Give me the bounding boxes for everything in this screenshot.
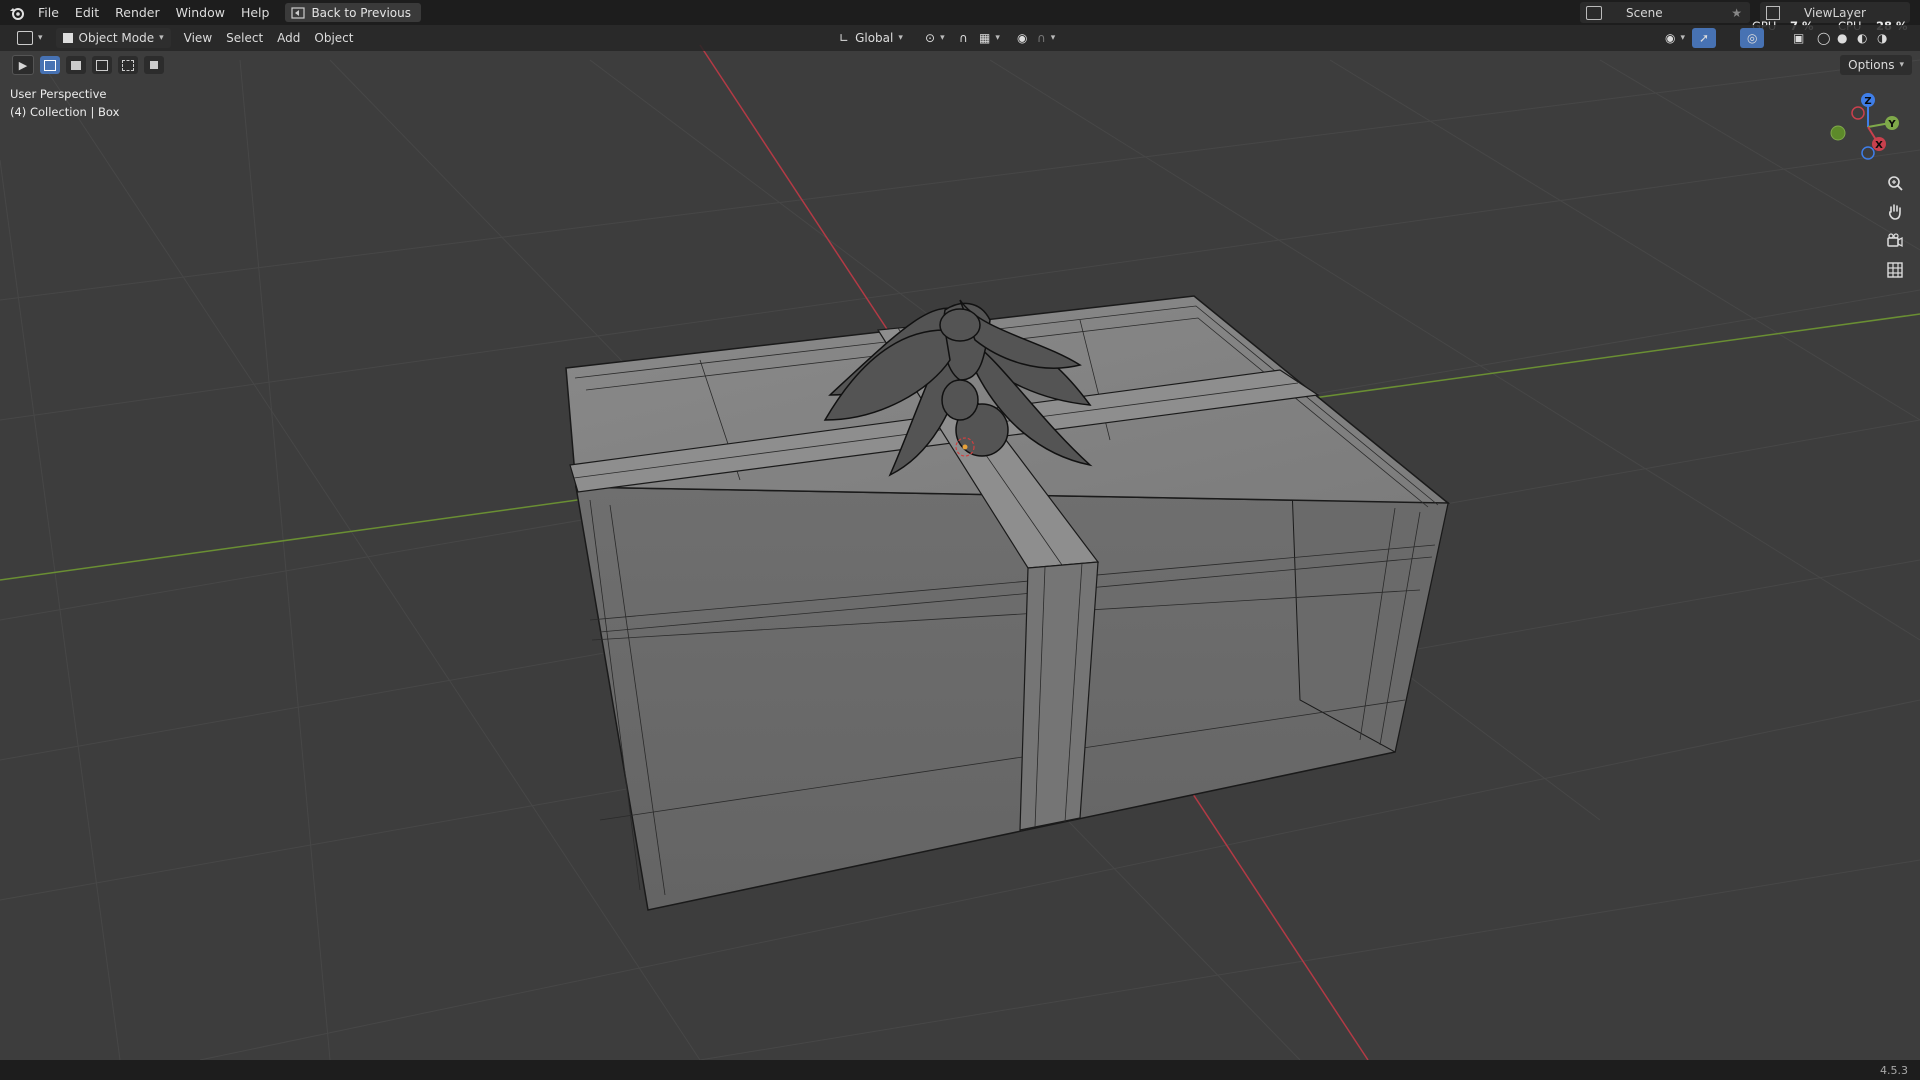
- visibility-dropdown[interactable]: ◉ ▾: [1658, 28, 1692, 48]
- perspective-toggle-button[interactable]: [1882, 257, 1908, 283]
- chevron-down-icon: ▾: [995, 33, 1000, 43]
- menu-help[interactable]: Help: [233, 0, 278, 25]
- pivot-icon: ⊙: [925, 31, 936, 45]
- options-button[interactable]: Options ▾: [1840, 55, 1912, 75]
- mode-extend-button[interactable]: [66, 56, 86, 74]
- header-menu-object[interactable]: Object: [307, 28, 360, 48]
- mode-set-icon: [44, 59, 56, 71]
- wireframe-sphere-icon: ◯: [1817, 31, 1831, 45]
- pivot-point-button[interactable]: ⊙ ▾: [918, 28, 952, 48]
- chevron-down-icon: ▾: [38, 33, 43, 43]
- snap-grid-icon: ▦: [979, 31, 991, 45]
- scene-selector[interactable]: Scene ★: [1580, 2, 1750, 23]
- gizmo-neg-x-handle[interactable]: [1851, 106, 1865, 120]
- camera-view-button[interactable]: [1882, 228, 1908, 254]
- mode-subtract-button[interactable]: [92, 56, 112, 74]
- chevron-down-icon: ▾: [159, 33, 164, 43]
- mode-subtract-icon: [96, 59, 108, 71]
- proportional-edit-icon: ◉: [1017, 31, 1028, 45]
- eye-icon: ◉: [1665, 31, 1676, 45]
- falloff-icon: ∩: [1037, 31, 1046, 45]
- zoom-button[interactable]: [1882, 170, 1908, 196]
- header-menu-add[interactable]: Add: [270, 28, 307, 48]
- shading-rendered-button[interactable]: ◑: [1870, 28, 1894, 48]
- gizmo-neg-y-handle[interactable]: [1830, 125, 1846, 141]
- xray-icon: ▣: [1793, 31, 1805, 45]
- gizmo-toggle[interactable]: ➚: [1692, 28, 1717, 48]
- gizmo-y-label: Y: [1887, 119, 1896, 130]
- orientation-label: Global: [855, 31, 894, 45]
- object-mode-icon: [62, 33, 73, 43]
- gizmo-x-label: X: [1875, 140, 1883, 151]
- object-mode-label: Object Mode: [78, 31, 155, 45]
- editor-type-button[interactable]: ▾: [10, 28, 50, 48]
- scene-icon: [1586, 5, 1602, 20]
- navigation-gizmo[interactable]: Z Y X: [1820, 85, 1910, 175]
- chevron-down-icon: ▾: [940, 33, 945, 43]
- overlay-toggle[interactable]: ◎: [1740, 28, 1765, 48]
- solid-sphere-icon: ●: [1837, 31, 1848, 45]
- mode-invert-icon: [122, 59, 134, 71]
- select-tool-button[interactable]: ▶: [12, 55, 34, 75]
- material-sphere-icon: ◐: [1857, 31, 1868, 45]
- mode-invert-button[interactable]: [118, 56, 138, 74]
- mode-extend-icon: [71, 60, 81, 70]
- pan-button[interactable]: [1882, 199, 1908, 225]
- zoom-icon: [1888, 176, 1903, 191]
- selection-tools: ▶: [12, 55, 164, 75]
- orientation-icon: ∟: [839, 31, 850, 45]
- snap-target-dropdown[interactable]: ▦ ▾: [972, 28, 1007, 48]
- gizmo-neg-z-handle[interactable]: [1861, 146, 1875, 160]
- header-menu-view[interactable]: View: [177, 28, 219, 48]
- gizmo-icon: ➚: [1699, 31, 1710, 45]
- back-to-previous-button[interactable]: Back to Previous: [285, 3, 421, 22]
- chevron-down-icon: ▾: [1899, 60, 1904, 70]
- cursor-arrow-icon: ▶: [18, 58, 28, 72]
- viewport-3d[interactable]: [0, 0, 1920, 1080]
- version-label: 4.5.3: [1880, 1063, 1908, 1077]
- viewlayer-icon: [1766, 5, 1780, 20]
- menu-window[interactable]: Window: [168, 0, 233, 25]
- back-icon: [291, 6, 306, 19]
- chevron-down-icon: ▾: [1050, 33, 1056, 43]
- object-mode-dropdown[interactable]: Object Mode ▾: [55, 28, 171, 48]
- gizmo-z-label: Z: [1864, 96, 1871, 107]
- viewlayer-name: ViewLayer: [1804, 5, 1866, 20]
- pin-icon[interactable]: ★: [1731, 6, 1742, 20]
- back-to-previous-label: Back to Previous: [311, 5, 411, 20]
- hand-icon: [1889, 204, 1901, 220]
- object-origin: [962, 444, 968, 450]
- transform-orientation-dropdown[interactable]: ∟ Global ▾: [832, 28, 910, 48]
- chevron-down-icon: ▾: [1680, 33, 1686, 43]
- view-name: User Perspective: [10, 87, 107, 101]
- collection-info: (4) Collection | Box: [10, 105, 120, 119]
- camera-icon: [1887, 233, 1903, 248]
- magnet-icon: ∩: [959, 31, 968, 45]
- options-label: Options: [1848, 58, 1895, 72]
- menu-render[interactable]: Render: [107, 0, 168, 25]
- mode-set-button[interactable]: [40, 56, 60, 74]
- overlay-icon: ◎: [1747, 31, 1758, 45]
- xray-toggle[interactable]: ▣: [1786, 28, 1811, 48]
- grid-icon: [1887, 262, 1903, 278]
- status-bar: 4.5.3: [0, 1060, 1920, 1080]
- rendered-sphere-icon: ◑: [1877, 31, 1888, 45]
- chevron-down-icon: ▾: [898, 33, 903, 43]
- scene-name: Scene: [1626, 5, 1663, 20]
- blender-logo-icon[interactable]: [4, 0, 30, 25]
- header-menu-select[interactable]: Select: [219, 28, 270, 48]
- mode-intersect-button[interactable]: [144, 56, 164, 74]
- mode-intersect-icon: [150, 61, 158, 69]
- menu-file[interactable]: File: [30, 0, 67, 25]
- viewport-header: ▾ Object Mode ▾ View Select Add Object ∟…: [0, 25, 1920, 51]
- falloff-dropdown[interactable]: ∩ ▾: [1030, 28, 1062, 48]
- menu-edit[interactable]: Edit: [67, 0, 107, 25]
- editor-type-icon: [17, 31, 33, 45]
